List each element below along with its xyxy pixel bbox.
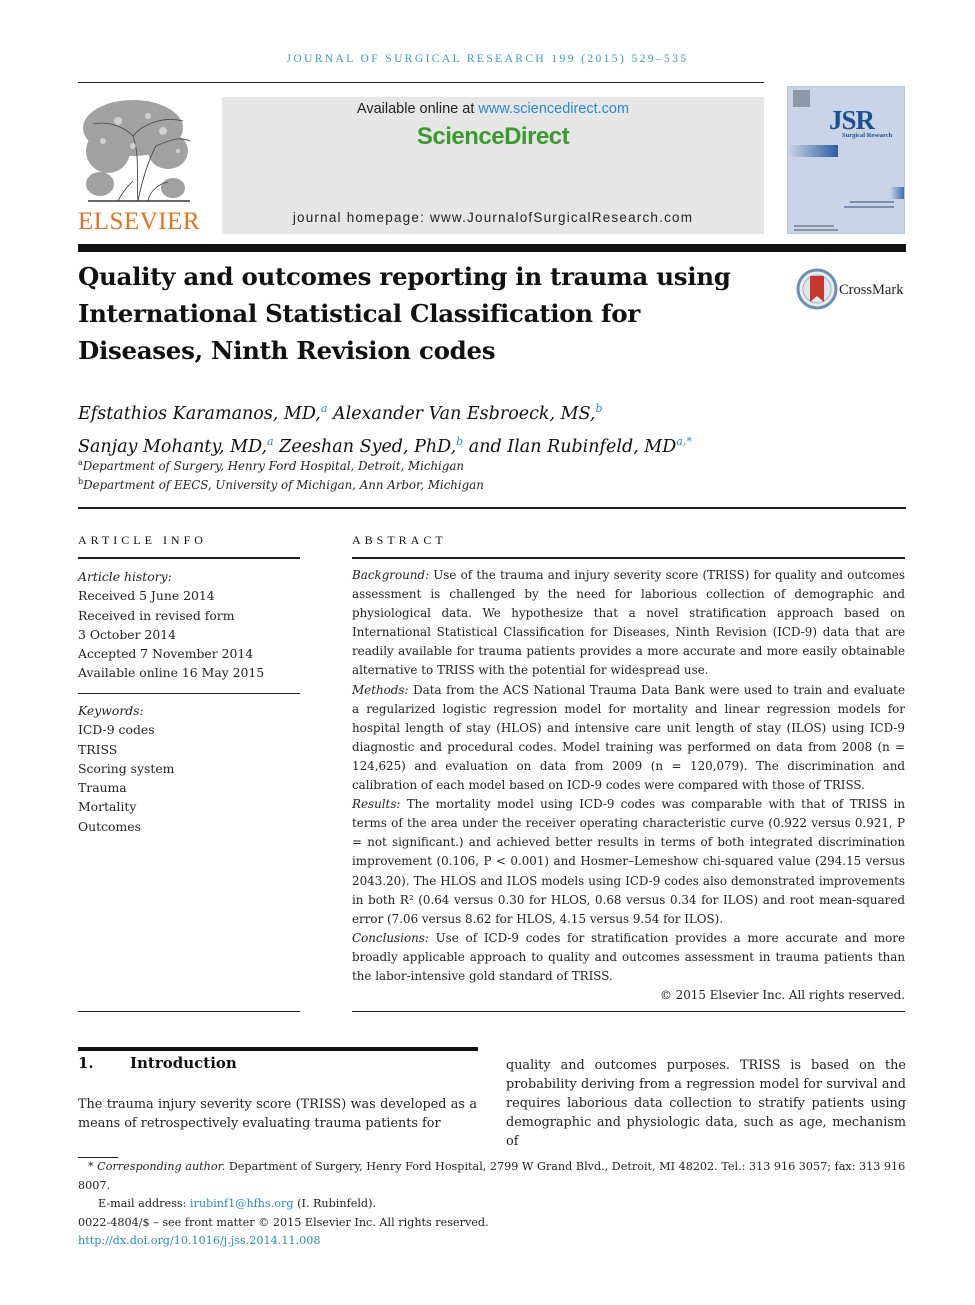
abstract-rule [352, 557, 905, 559]
elsevier-tree-icon [83, 100, 191, 202]
elsevier-wordmark: ELSEVIER [78, 208, 201, 235]
abstract-results: Results: The mortality model using ICD-9… [352, 797, 905, 926]
corresponding-author-note: * Corresponding author. Department of Su… [78, 1160, 906, 1192]
cover-band [890, 187, 904, 199]
author[interactable]: Sanjay Mohanty, MD, [78, 437, 267, 457]
section-rule [78, 507, 906, 509]
elsevier-logo[interactable]: ELSEVIER [78, 96, 200, 236]
running-head: Journal of Surgical Research 199 (2015) … [286, 53, 689, 65]
cover-journal-name: Surgical Research [842, 132, 893, 139]
keyword: Trauma [78, 780, 127, 796]
author[interactable]: Zeeshan Syed, PhD, [279, 437, 456, 457]
cover-text-line [844, 206, 894, 208]
journal-homepage[interactable]: journal homepage: www.JournalofSurgicalR… [222, 210, 764, 225]
history-item: 3 October 2014 [78, 626, 177, 642]
history-item: Available online 16 May 2015 [78, 665, 265, 681]
crossmark-icon [796, 268, 838, 310]
article-info-bottom-rule [78, 1011, 300, 1012]
affiliation-marker[interactable]: a [267, 435, 274, 448]
affiliation-marker[interactable]: a,* [676, 435, 692, 448]
masthead-rule [78, 244, 906, 252]
keywords-label: Keywords: [78, 703, 144, 718]
history-item: Received in revised form [78, 607, 235, 623]
affiliation-marker[interactable]: a [321, 402, 328, 415]
history-item: Received 5 June 2014 [78, 588, 215, 604]
author[interactable]: Efstathios Karamanos, MD, [78, 404, 321, 424]
author-list: Efstathios Karamanos, MD,a Alexander Van… [78, 395, 778, 461]
doi-link[interactable]: http://dx.doi.org/10.1016/j.jss.2014.11.… [78, 1234, 320, 1247]
footnotes: * Corresponding author. Department of Su… [78, 1158, 908, 1251]
abstract-copyright: © 2015 Elsevier Inc. All rights reserved… [659, 988, 905, 1003]
cover-text-line [850, 201, 894, 203]
introduction-column-1: The trauma injury severity score (TRISS)… [78, 1097, 477, 1132]
introduction-rule [78, 1047, 478, 1051]
email-note: E-mail address: irubinf1@hfhs.org (I. Ru… [98, 1197, 376, 1210]
cover-text-line [794, 229, 838, 231]
affiliation-marker[interactable]: b [596, 402, 603, 415]
abstract-body: Background: Use of the trauma and injury… [352, 566, 905, 1005]
affiliation-marker[interactable]: b [456, 435, 463, 448]
abstract-methods: Methods: Data from the ACS National Trau… [352, 682, 905, 793]
issn-line: 0022-4804/$ – see front matter © 2015 El… [78, 1215, 489, 1229]
sciencedirect-banner: Available online at www.sciencedirect.co… [222, 97, 764, 234]
keyword: TRISS [78, 741, 118, 757]
sciencedirect-logo[interactable]: ScienceDirect [222, 123, 764, 151]
introduction-heading: 1. Introduction [78, 1054, 237, 1072]
keyword: Outcomes [78, 818, 141, 834]
article-history: Article history: Received 5 June 2014 Re… [78, 567, 300, 683]
keyword: ICD-9 codes [78, 722, 155, 738]
keyword: Mortality [78, 799, 137, 815]
cover-text-line [794, 225, 834, 227]
email-link[interactable]: irubinf1@hfhs.org [190, 1197, 294, 1210]
affiliation: bDepartment of EECS, University of Michi… [78, 477, 484, 492]
abstract-bottom-rule [352, 1011, 905, 1012]
abstract-conclusions: Conclusions: Use of ICD-9 codes for stra… [352, 930, 905, 983]
history-label: Article history: [78, 569, 172, 584]
history-item: Accepted 7 November 2014 [78, 646, 254, 662]
abstract-heading: ABSTRACT [352, 533, 447, 547]
crossmark-label: CrossMark [839, 282, 904, 298]
article-title: Quality and outcomes reporting in trauma… [78, 262, 731, 365]
header-rule [78, 82, 764, 83]
section-number: 1. [78, 1054, 94, 1072]
affiliation: aDepartment of Surgery, Henry Ford Hospi… [78, 458, 465, 473]
introduction-column-2: quality and outcomes purposes. TRISS is … [506, 1058, 906, 1150]
section-title: Introduction [130, 1054, 237, 1072]
sciencedirect-link[interactable]: www.sciencedirect.com [478, 101, 629, 117]
cover-band [788, 145, 838, 157]
crossmark-button[interactable]: CrossMark [796, 268, 908, 312]
keywords: Keywords: ICD-9 codes TRISS Scoring syst… [78, 701, 300, 836]
publisher-mark-icon [793, 90, 810, 107]
keyword: Scoring system [78, 760, 175, 776]
journal-cover[interactable]: JSR Surgical Research [787, 86, 905, 234]
keywords-rule [78, 693, 300, 694]
author[interactable]: Alexander Van Esbroeck, MS, [333, 404, 596, 424]
available-online: Available online at www.sciencedirect.co… [356, 101, 630, 117]
article-info-heading: ARTICLE INFO [78, 533, 207, 547]
abstract-background: Background: Use of the trauma and injury… [352, 568, 905, 678]
author[interactable]: and Ilan Rubinfeld, MD [469, 437, 676, 457]
article-info-rule [78, 557, 300, 559]
